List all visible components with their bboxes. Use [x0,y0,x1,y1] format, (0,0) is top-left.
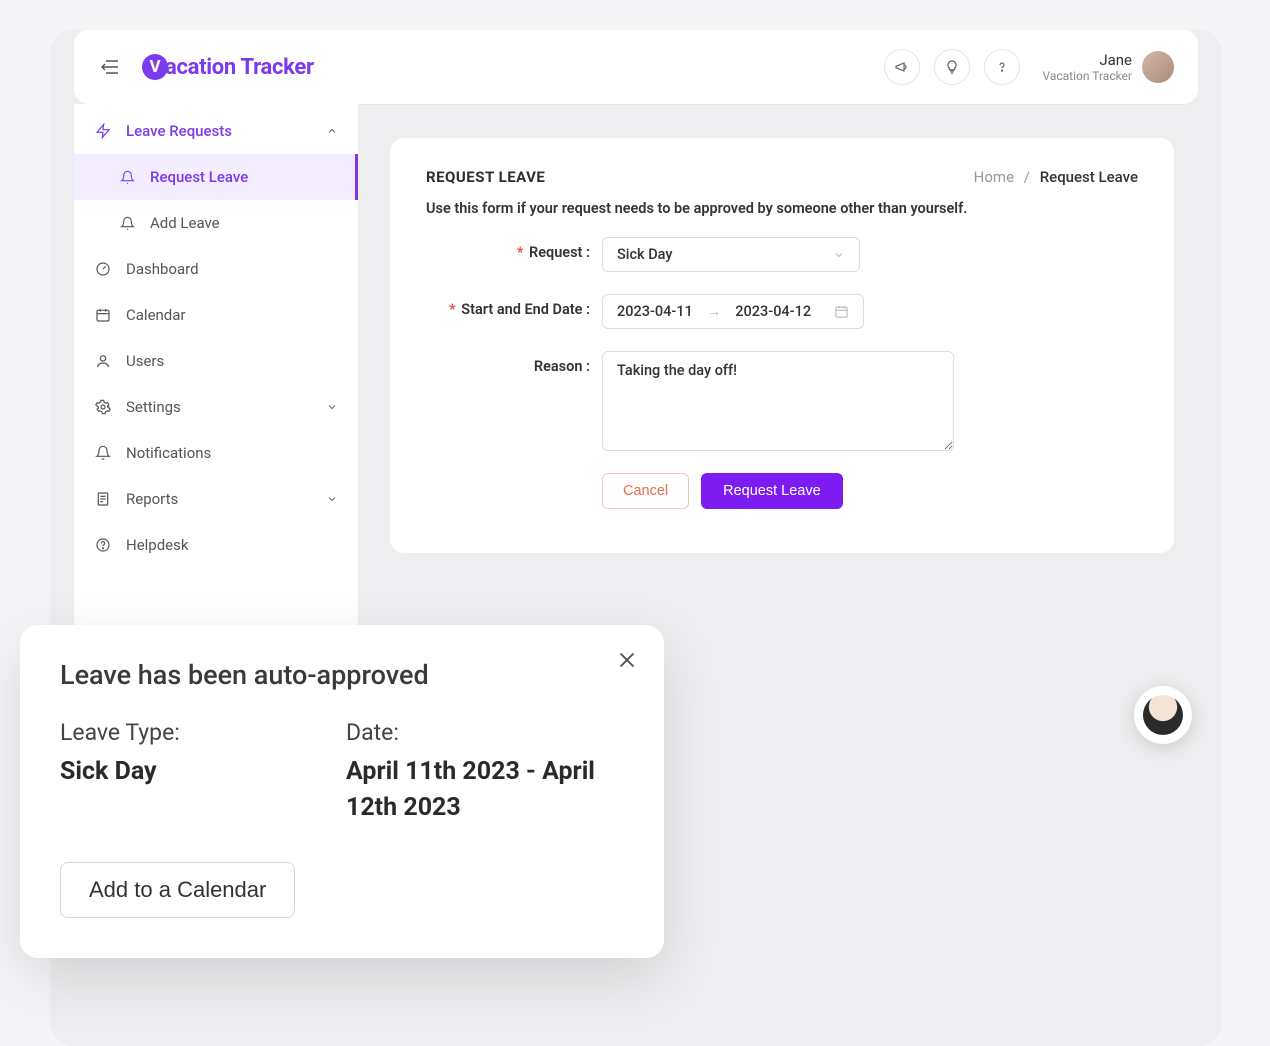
lightbulb-icon [944,59,960,75]
sidebar-item-calendar[interactable]: Calendar [74,292,358,338]
breadcrumb-current: Request Leave [1040,168,1138,186]
user-org: Vacation Tracker [1042,69,1132,83]
help-button[interactable] [984,49,1020,85]
gear-icon [94,398,112,416]
sidebar-item-label: Add Leave [150,214,220,232]
sidebar-item-label: Calendar [126,306,186,324]
close-icon [616,649,638,671]
announce-button[interactable] [884,49,920,85]
date-range-input[interactable]: 2023-04-11 → 2023-04-12 [602,294,864,329]
avatar [1142,51,1174,83]
sidebar-item-notifications[interactable]: Notifications [74,430,358,476]
sidebar-item-users[interactable]: Users [74,338,358,384]
toast-title: Leave has been auto-approved [60,659,624,691]
report-icon [94,490,112,508]
date-end: 2023-04-12 [735,303,811,320]
sidebar-item-leave-requests[interactable]: Leave Requests [74,108,358,154]
chat-fab[interactable] [1134,686,1192,744]
logo-text: acation Tracker [165,55,314,80]
sidebar-item-label: Notifications [126,444,211,462]
date-start: 2023-04-11 [617,303,693,320]
sidebar-item-dashboard[interactable]: Dashboard [74,246,358,292]
megaphone-icon [894,59,910,75]
toast-date-label: Date: [346,719,624,746]
chevron-down-icon [833,249,845,261]
tips-button[interactable] [934,49,970,85]
submit-button[interactable]: Request Leave [701,473,843,509]
instructions: Use this form if your request needs to b… [426,200,1138,217]
arrow-right-icon: → [707,303,722,320]
header: V acation Tracker Jane Vacation Tracker [74,30,1198,104]
main-head: REQUEST LEAVE Home / Request Leave [426,168,1138,186]
help-circle-icon [94,536,112,554]
reason-label: Reason : [426,351,602,375]
sidebar-item-reports[interactable]: Reports [74,476,358,522]
bell-icon [118,168,136,186]
user-name: Jane [1042,51,1132,69]
bell-outline-icon [94,444,112,462]
header-right: Jane Vacation Tracker [884,49,1174,85]
form-row-dates: * Start and End Date : 2023-04-11 → 2023… [426,294,1138,329]
gauge-icon [94,260,112,278]
page-title: REQUEST LEAVE [426,168,545,186]
sidebar-item-label: Request Leave [150,168,248,186]
sidebar-item-settings[interactable]: Settings [74,384,358,430]
form-row-request: * Request : Sick Day [426,237,1138,272]
breadcrumb: Home / Request Leave [974,168,1138,186]
form-row-reason: Reason : [426,351,1138,451]
toast-col-date: Date: April 11th 2023 - April 12th 2023 [346,719,624,827]
user-text: Jane Vacation Tracker [1042,51,1132,83]
user-icon [94,352,112,370]
toast-type-label: Leave Type: [60,719,346,746]
request-select[interactable]: Sick Day [602,237,860,272]
calendar-icon [834,304,849,319]
breadcrumb-home[interactable]: Home [974,168,1014,186]
sidebar-item-label: Dashboard [126,260,199,278]
reason-textarea[interactable] [602,351,954,451]
date-label: * Start and End Date : [426,294,602,318]
lightning-icon [94,122,112,140]
menu-collapse-icon [100,58,120,76]
logo[interactable]: V acation Tracker [142,54,314,80]
toast: Leave has been auto-approved Leave Type:… [20,625,664,959]
request-label: * Request : [426,237,602,261]
toast-col-type: Leave Type: Sick Day [60,719,346,827]
chevron-down-icon [326,493,338,505]
toast-grid: Leave Type: Sick Day Date: April 11th 20… [60,719,624,827]
menu-toggle-button[interactable] [98,55,122,79]
chevron-up-icon [326,125,338,137]
request-value: Sick Day [617,246,673,263]
sidebar-item-label: Settings [126,398,181,416]
user-menu[interactable]: Jane Vacation Tracker [1042,51,1174,83]
main-panel: REQUEST LEAVE Home / Request Leave Use t… [390,138,1174,553]
question-icon [994,59,1010,75]
chevron-down-icon [326,401,338,413]
chat-avatar-icon [1143,695,1183,735]
sidebar-item-request-leave[interactable]: Request Leave [74,154,358,200]
cancel-button[interactable]: Cancel [602,473,689,509]
sidebar-item-label: Leave Requests [126,122,232,140]
calendar-icon [94,306,112,324]
bell-icon [118,214,136,232]
form-actions: Cancel Request Leave [602,473,1138,509]
sidebar-item-label: Helpdesk [126,536,188,554]
toast-type-value: Sick Day [60,754,346,790]
sidebar-item-helpdesk[interactable]: Helpdesk [74,522,358,568]
sidebar-item-label: Users [126,352,164,370]
toast-date-value: April 11th 2023 - April 12th 2023 [346,754,624,827]
sidebar-item-add-leave[interactable]: Add Leave [74,200,358,246]
sidebar-item-label: Reports [126,490,178,508]
breadcrumb-sep: / [1024,168,1030,186]
toast-close-button[interactable] [616,649,638,671]
add-to-calendar-button[interactable]: Add to a Calendar [60,862,295,918]
